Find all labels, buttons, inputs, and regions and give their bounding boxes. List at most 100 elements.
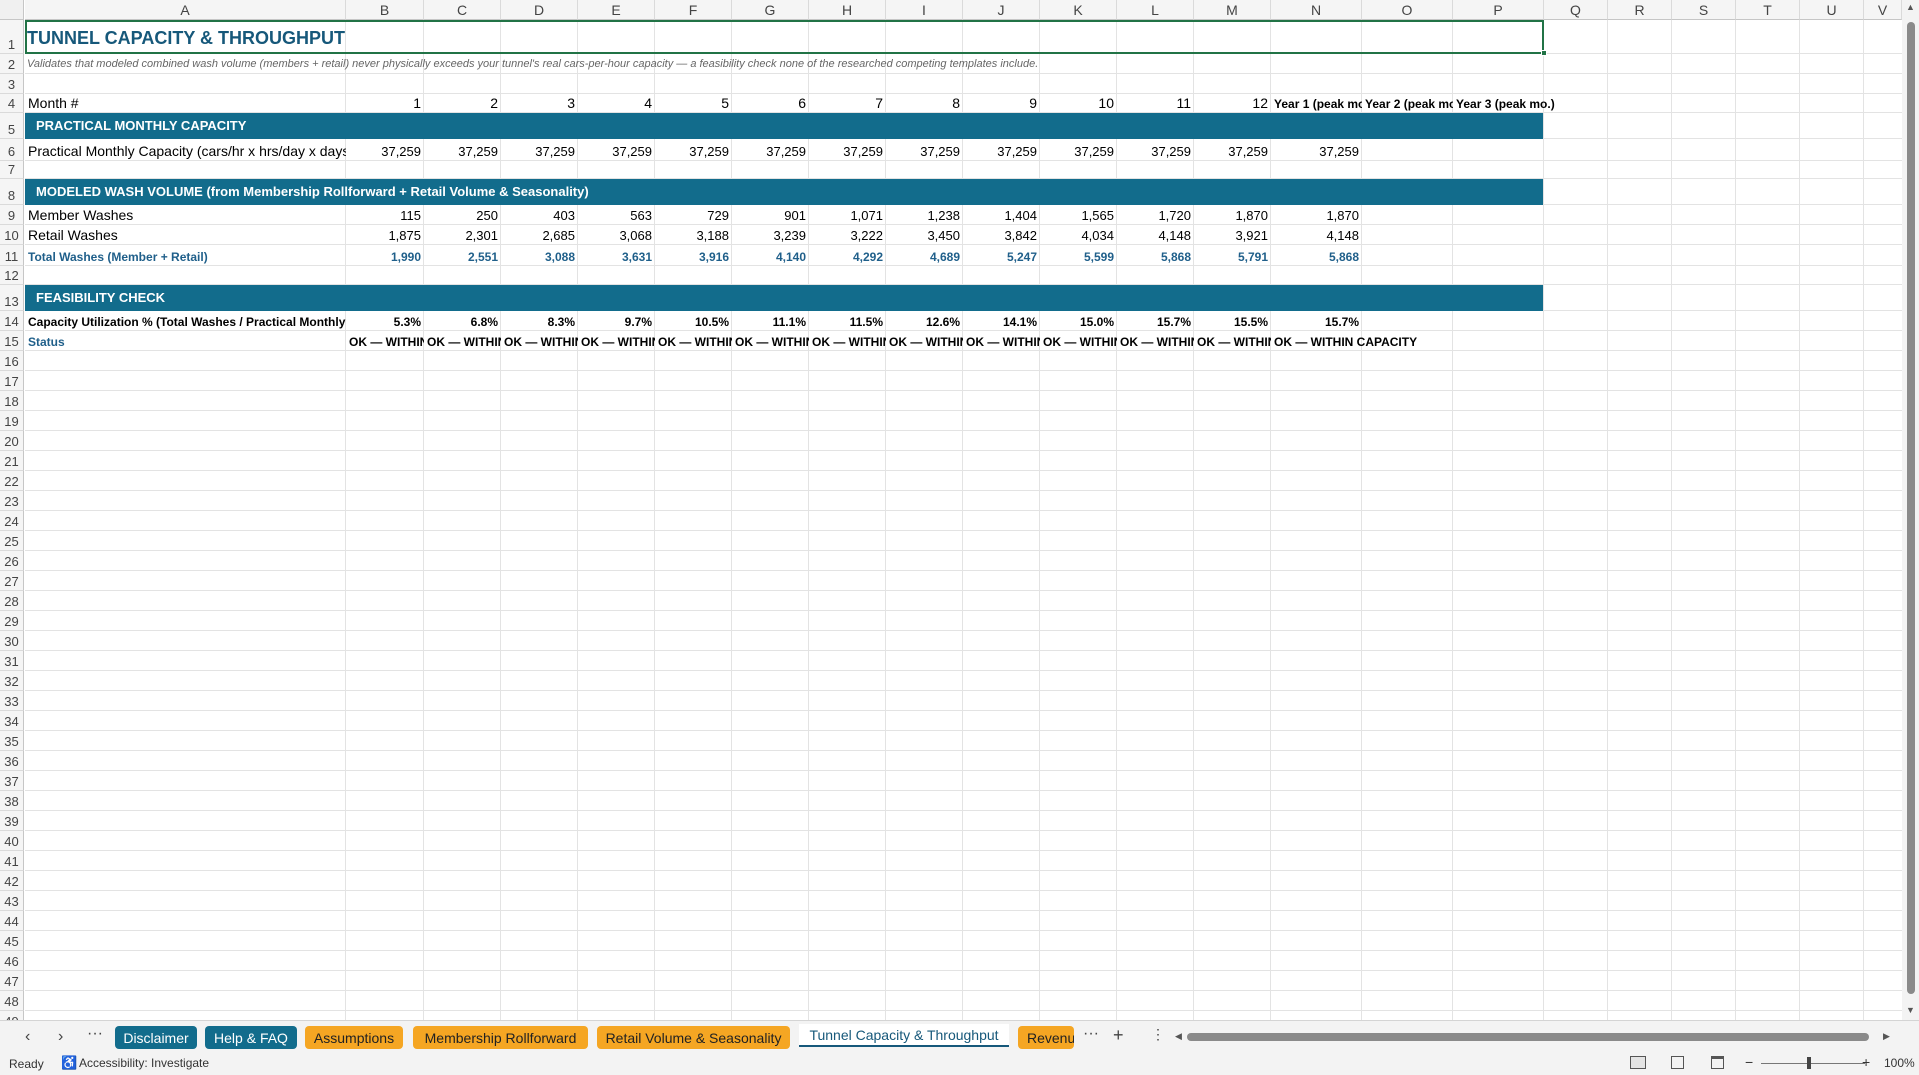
year-peak-header[interactable]: Year 2 (peak mo [1362, 94, 1453, 113]
tab-help-faq[interactable]: Help & FAQ [205, 1026, 297, 1049]
row-header[interactable]: 12 [0, 266, 24, 285]
row-header[interactable]: 49 [0, 1011, 24, 1020]
ellipsis-icon[interactable]: ··· [1083, 1025, 1099, 1043]
row-header[interactable]: 21 [0, 451, 24, 471]
row-header[interactable]: 11 [0, 245, 24, 266]
row-label-cell[interactable]: Status [25, 331, 346, 351]
page-break-preview-icon[interactable] [1711, 1056, 1724, 1069]
value-cell[interactable]: 5,247 [963, 245, 1040, 266]
month-number-cell[interactable]: 7 [809, 94, 886, 113]
zoom-level[interactable]: 100% [1884, 1056, 1915, 1070]
status-cell[interactable]: OK — WITHIN [655, 331, 732, 351]
value-cell[interactable]: 1,990 [346, 245, 424, 266]
status-cell[interactable]: OK — WITHIN [424, 331, 501, 351]
zoom-in-icon[interactable]: + [1862, 1054, 1870, 1070]
month-label-cell[interactable]: Month # [25, 94, 346, 113]
row-header[interactable]: 43 [0, 891, 24, 911]
status-cell[interactable]: OK — WITHIN [501, 331, 578, 351]
column-header[interactable]: B [346, 0, 424, 20]
month-number-cell[interactable]: 10 [1040, 94, 1117, 113]
value-cell[interactable]: 3,088 [501, 245, 578, 266]
value-cell[interactable]: 37,259 [1194, 139, 1271, 161]
row-header[interactable]: 15 [0, 331, 24, 351]
value-cell[interactable]: 563 [578, 205, 655, 225]
status-cell[interactable]: OK — WITHIN [732, 331, 809, 351]
row-header[interactable]: 48 [0, 991, 24, 1011]
row-header[interactable]: 38 [0, 791, 24, 811]
month-number-cell[interactable]: 8 [886, 94, 963, 113]
value-cell[interactable]: 4,292 [809, 245, 886, 266]
tab-revenue[interactable]: Revenu [1018, 1026, 1074, 1049]
row-header[interactable]: 10 [0, 225, 24, 245]
row-header[interactable]: 22 [0, 471, 24, 491]
value-cell[interactable]: 11.5% [809, 311, 886, 331]
value-cell[interactable]: 5.3% [346, 311, 424, 331]
status-cell[interactable]: OK — WITHIN [1194, 331, 1271, 351]
horizontal-scroll-thumb[interactable] [1187, 1033, 1869, 1041]
tab-membership-rollforward[interactable]: Membership Rollforward [413, 1026, 588, 1049]
value-cell[interactable]: 15.0% [1040, 311, 1117, 331]
horizontal-scrollbar[interactable]: ◀ ▶ [1175, 1030, 1895, 1044]
row-header[interactable]: 24 [0, 511, 24, 531]
value-cell[interactable]: 37,259 [346, 139, 424, 161]
zoom-slider-thumb[interactable] [1807, 1057, 1811, 1069]
status-cell[interactable]: OK — WITHIN CAPACITY [1271, 331, 1417, 351]
value-cell[interactable]: 4,148 [1271, 225, 1362, 245]
value-cell[interactable]: 14.1% [963, 311, 1040, 331]
value-cell[interactable]: 10.5% [655, 311, 732, 331]
value-cell[interactable]: 37,259 [963, 139, 1040, 161]
vertical-scrollbar[interactable]: ▲ ▼ [1902, 0, 1919, 1020]
row-header[interactable]: 47 [0, 971, 24, 991]
value-cell[interactable]: 37,259 [732, 139, 809, 161]
value-cell[interactable]: 5,791 [1194, 245, 1271, 266]
value-cell[interactable]: 3,068 [578, 225, 655, 245]
value-cell[interactable]: 3,916 [655, 245, 732, 266]
value-cell[interactable]: 5,868 [1271, 245, 1362, 266]
status-cell[interactable]: OK — WITHIN [346, 331, 424, 351]
value-cell[interactable]: 5,599 [1040, 245, 1117, 266]
column-header[interactable]: Q [1544, 0, 1608, 20]
value-cell[interactable]: 9.7% [578, 311, 655, 331]
value-cell[interactable]: 15.5% [1194, 311, 1271, 331]
value-cell[interactable]: 37,259 [578, 139, 655, 161]
zoom-out-icon[interactable]: − [1745, 1054, 1753, 1070]
value-cell[interactable]: 6.8% [424, 311, 501, 331]
row-label-cell[interactable]: Capacity Utilization % (Total Washes / P… [25, 311, 346, 331]
value-cell[interactable]: 3,222 [809, 225, 886, 245]
column-header[interactable]: F [655, 0, 732, 20]
tab-disclaimer[interactable]: Disclaimer [115, 1026, 197, 1049]
value-cell[interactable]: 2,301 [424, 225, 501, 245]
value-cell[interactable]: 3,921 [1194, 225, 1271, 245]
value-cell[interactable]: 403 [501, 205, 578, 225]
value-cell[interactable]: 4,034 [1040, 225, 1117, 245]
value-cell[interactable]: 1,870 [1194, 205, 1271, 225]
row-header[interactable]: 2 [0, 54, 24, 74]
row-header[interactable]: 23 [0, 491, 24, 511]
row-header[interactable]: 26 [0, 551, 24, 571]
value-cell[interactable]: 3,631 [578, 245, 655, 266]
ellipsis-icon[interactable]: ··· [87, 1025, 103, 1043]
value-cell[interactable]: 4,148 [1117, 225, 1194, 245]
row-header[interactable]: 33 [0, 691, 24, 711]
month-number-cell[interactable]: 4 [578, 94, 655, 113]
fill-handle[interactable] [1541, 50, 1547, 56]
column-header[interactable]: A [25, 0, 346, 20]
row-header[interactable]: 14 [0, 311, 24, 331]
row-header[interactable]: 6 [0, 139, 24, 161]
row-header[interactable]: 34 [0, 711, 24, 731]
month-number-cell[interactable]: 3 [501, 94, 578, 113]
tab-tunnel-capacity-throughput[interactable]: Tunnel Capacity & Throughput [799, 1024, 1009, 1047]
scroll-left-icon[interactable]: ◀ [1175, 1031, 1182, 1042]
value-cell[interactable]: 15.7% [1271, 311, 1362, 331]
row-header[interactable]: 39 [0, 811, 24, 831]
value-cell[interactable]: 1,238 [886, 205, 963, 225]
tab-retail-volume-seasonality[interactable]: Retail Volume & Seasonality [597, 1026, 790, 1049]
value-cell[interactable]: 37,259 [655, 139, 732, 161]
value-cell[interactable]: 37,259 [1271, 139, 1362, 161]
status-cell[interactable]: OK — WITHIN [963, 331, 1040, 351]
row-header[interactable]: 36 [0, 751, 24, 771]
value-cell[interactable]: 5,868 [1117, 245, 1194, 266]
value-cell[interactable]: 3,239 [732, 225, 809, 245]
row-header[interactable]: 46 [0, 951, 24, 971]
row-header[interactable]: 45 [0, 931, 24, 951]
